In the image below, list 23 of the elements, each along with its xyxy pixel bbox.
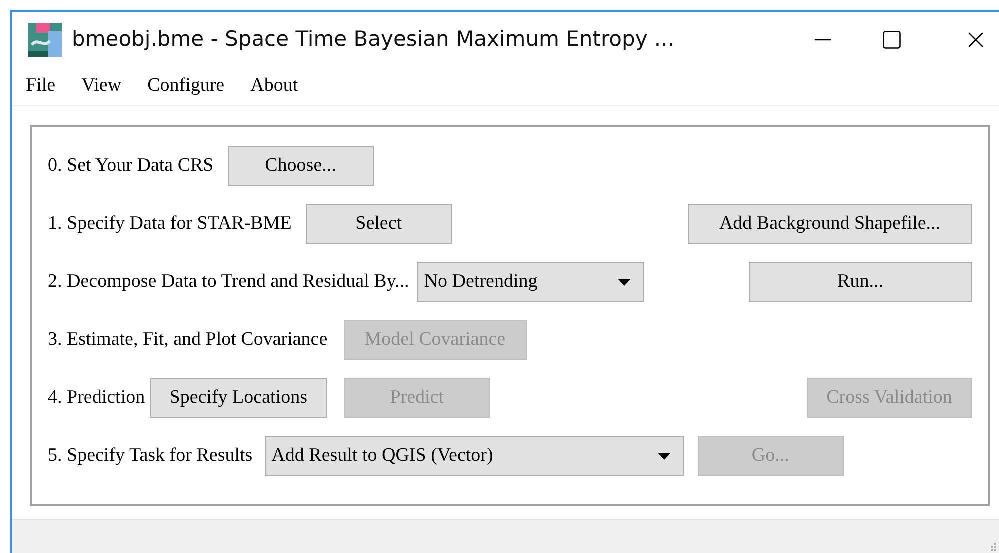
step-label: 2. Decompose Data to Trend and Residual By... bbox=[48, 270, 410, 294]
action-button[interactable]: Specify Locations bbox=[150, 378, 328, 418]
caret-icon bbox=[618, 278, 632, 286]
caret-icon bbox=[658, 452, 671, 460]
dropdown[interactable]: No Detrending bbox=[417, 262, 644, 302]
action-button[interactable]: Choose... bbox=[228, 146, 374, 186]
action-button[interactable]: Add Background Shapefile... bbox=[688, 204, 972, 244]
step-label: 5. Specify Task for Results bbox=[48, 444, 253, 468]
menu-item[interactable]: About bbox=[250, 72, 298, 101]
step-label: 3. Estimate, Fit, and Plot Covariance bbox=[48, 328, 328, 352]
resize-grip-icon[interactable] bbox=[989, 543, 997, 551]
maximize-icon[interactable] bbox=[881, 29, 903, 51]
dropdown[interactable]: Add Result to QGIS (Vector) bbox=[264, 436, 684, 476]
window-title: bmeobj.bme - Space Time Bayesian Maximum Entropy ... bbox=[72, 26, 674, 54]
menu-item[interactable]: Configure bbox=[148, 72, 225, 101]
app-logo-icon bbox=[28, 23, 62, 57]
step-label: 1. Specify Data for STAR-BME bbox=[48, 212, 292, 236]
menu-item[interactable]: View bbox=[82, 72, 122, 101]
action-button[interactable]: Run... bbox=[749, 262, 972, 302]
action-button[interactable]: Select bbox=[306, 204, 452, 244]
step-label: 4. Prediction bbox=[48, 386, 146, 410]
step-label: 0. Set Your Data CRS bbox=[48, 154, 214, 178]
menu-item[interactable]: File bbox=[26, 72, 56, 101]
